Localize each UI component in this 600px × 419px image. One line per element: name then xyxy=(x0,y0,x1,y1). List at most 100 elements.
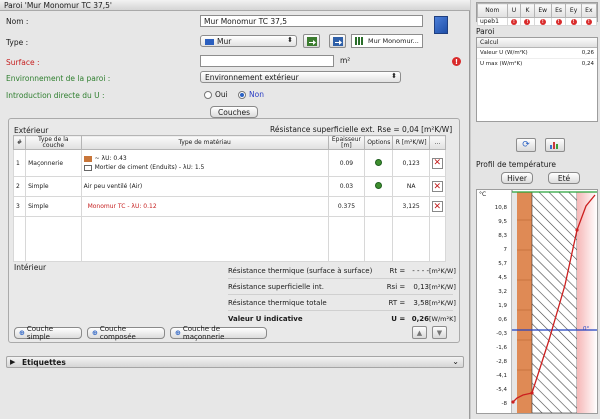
result-row: Résistance thermique (surface à surface)… xyxy=(228,263,456,279)
result-label: Résistance superficielle int. xyxy=(228,282,324,291)
row-mat2: Mortier de ciment (Enduits) - λU: 1.5 xyxy=(94,164,205,171)
ete-button[interactable]: Eté xyxy=(548,172,580,184)
row-del[interactable]: ✕ xyxy=(428,196,447,217)
calcul-table: Calcul Valeur U (W/m²K) 0,26 U max (W/m²K… xyxy=(476,37,598,122)
umax-value: 0,24 xyxy=(581,61,594,67)
result-unit: [m²K/W] xyxy=(429,282,456,291)
export-button[interactable] xyxy=(329,34,346,48)
mortar-icon xyxy=(83,164,92,171)
wall-type-icon xyxy=(205,39,214,45)
chevron-updown-icon: ⬍ xyxy=(391,72,397,80)
option-icon[interactable] xyxy=(375,158,383,166)
library-button[interactable]: Mur Monomur... xyxy=(351,34,423,48)
chart-button[interactable] xyxy=(545,138,565,152)
result-label: Résistance thermique totale xyxy=(228,298,327,307)
non-label: Non xyxy=(249,90,264,99)
mortar-layer-ext xyxy=(512,192,517,413)
table-row[interactable]: upeb1 ! ! ! ! ! ! xyxy=(477,17,598,26)
interior-zone xyxy=(577,192,597,413)
non-radio-circle[interactable] xyxy=(238,90,246,99)
btn-label: Couche simple xyxy=(26,325,54,341)
plus-icon: ⊕ xyxy=(92,329,98,337)
row-del[interactable]: ✕ xyxy=(428,176,447,197)
row-options[interactable] xyxy=(364,149,394,177)
result-row: Résistance thermique totale RT = 3,58 [m… xyxy=(228,295,456,311)
brick-icon xyxy=(83,155,92,162)
row-materiau: Air peu ventilé (Air) xyxy=(80,176,329,197)
table-row[interactable]: 1 Maçonnerie ~ λU: 0.43 Mortier de cimen… xyxy=(12,149,447,177)
move-up-button[interactable]: ▲ xyxy=(412,326,427,339)
result-sym: Rsi = xyxy=(386,282,406,291)
brick-layer xyxy=(517,192,532,413)
row-name: upeb1 xyxy=(477,17,508,26)
delete-icon[interactable]: ✕ xyxy=(431,157,443,169)
col-num: # xyxy=(12,135,27,150)
temperature-profile-graph: °C 10,8 9,5 8,3 7 5,7 4,5 3,2 1,9 0,6 -0… xyxy=(476,189,598,414)
col-epaisseur: Epaisseur [m] xyxy=(327,135,366,150)
col-es: Es xyxy=(550,3,567,18)
add-couche-composee-button[interactable]: ⊕ Couche composée xyxy=(87,325,165,341)
surface-input[interactable] xyxy=(200,55,334,67)
hiver-button[interactable]: Hiver xyxy=(501,172,533,184)
warning-icon: ! xyxy=(510,18,517,25)
warning-icon: ! xyxy=(585,18,592,25)
table-row[interactable]: 2 Simple Air peu ventilé (Air) 0.03 NA ✕ xyxy=(12,176,447,197)
oui-radio-circle[interactable] xyxy=(204,90,212,99)
triangle-right-icon: ▶ xyxy=(10,358,16,366)
delete-icon[interactable]: ✕ xyxy=(431,201,443,212)
warning-icon: ! xyxy=(539,18,546,25)
col-options: Options xyxy=(364,135,394,150)
row-del[interactable]: ✕ xyxy=(428,149,447,177)
profile-svg xyxy=(511,190,597,413)
result-unit: [m²K/W] xyxy=(429,298,456,307)
add-couche-simple-button[interactable]: ⊕ Couche simple xyxy=(14,325,82,341)
refresh-button[interactable]: ⟳ xyxy=(516,138,536,152)
row-num: 1 xyxy=(12,149,27,177)
import-button[interactable] xyxy=(303,34,320,48)
env-select[interactable]: Environnement extérieur ⬍ xyxy=(200,71,401,83)
row-options[interactable] xyxy=(364,176,394,197)
library-icon xyxy=(355,37,363,45)
add-couche-maconnerie-button[interactable]: ⊕ Couche de maçonnerie xyxy=(170,325,267,341)
col-u: U xyxy=(506,3,522,18)
row-r: 0,123 xyxy=(392,149,430,177)
profil-title: Profil de température xyxy=(476,160,556,169)
row-mat1: ~ λU: 0.43 xyxy=(94,155,127,162)
zero-label: 0° xyxy=(583,326,590,332)
delete-icon[interactable]: ✕ xyxy=(431,181,443,192)
type-label: Type : xyxy=(6,38,29,47)
oui-radio[interactable]: Oui xyxy=(204,90,228,99)
table-row[interactable]: 3 Simple Monomur TC - λU: 0.12 0.375 3,1… xyxy=(12,196,447,217)
refresh-icon: ⟳ xyxy=(522,140,530,150)
type-tag: Mur Monomur... xyxy=(368,37,419,45)
move-down-button[interactable]: ▼ xyxy=(432,326,447,339)
warning-icon: ! xyxy=(555,18,562,25)
row-ep: 0.375 xyxy=(327,196,366,217)
export-icon xyxy=(332,36,343,46)
result-unit: [m²K/W] xyxy=(429,266,456,275)
exterieur-label: Extérieur xyxy=(14,126,49,135)
etiquettes-section[interactable]: ▶ Etiquettes ⌄ xyxy=(6,356,464,368)
row-type: Simple xyxy=(25,176,82,197)
panel-title: Paroi 'Mur Monomur TC 37,5' xyxy=(0,0,470,11)
type-select[interactable]: Mur ⬍ xyxy=(200,35,297,47)
warning-icon: ! xyxy=(570,18,577,25)
arrow-up-icon: ▲ xyxy=(416,328,423,337)
non-radio[interactable]: Non xyxy=(238,90,264,99)
table-empty-area xyxy=(12,216,447,262)
curve-point xyxy=(511,400,515,404)
col-ey: Ey xyxy=(565,3,582,18)
import-icon xyxy=(306,36,317,46)
tab-couches[interactable]: Couches xyxy=(210,106,258,118)
nom-input[interactable]: Mur Monomur TC 37,5 xyxy=(200,15,423,27)
col-k: K xyxy=(520,3,535,18)
warning-icon: ! xyxy=(524,18,531,25)
calcul-header: Calcul xyxy=(477,38,597,48)
chevron-updown-icon: ⬍ xyxy=(287,36,293,44)
arrow-down-icon: ▼ xyxy=(436,328,443,337)
result-row: Résistance superficielle int. Rsi = 0,13… xyxy=(228,279,456,295)
curve-point xyxy=(575,228,579,232)
option-icon[interactable] xyxy=(375,182,383,189)
env-value: Environnement extérieur xyxy=(205,73,299,82)
chevron-double-icon: ⌄ xyxy=(452,357,459,366)
